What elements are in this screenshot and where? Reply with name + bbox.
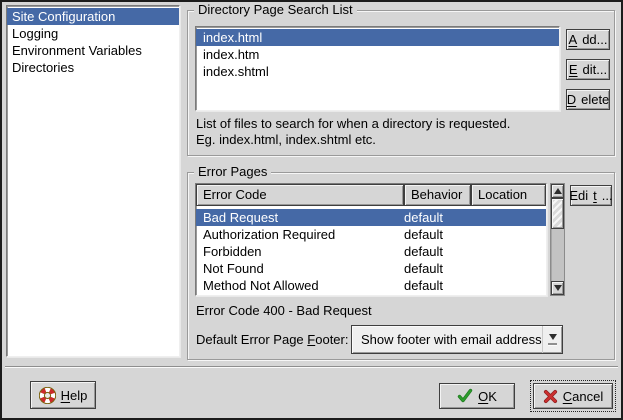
cell-error-code: Method Not Allowed xyxy=(196,277,404,294)
table-row[interactable]: Authorization Required default xyxy=(196,226,546,243)
list-item[interactable]: index.shtml xyxy=(196,63,559,80)
config-section-list[interactable]: Site Configuration Logging Environment V… xyxy=(6,5,180,357)
help-button[interactable]: Help xyxy=(30,381,96,409)
frame-title: Directory Page Search List xyxy=(194,2,357,17)
table-scrollbar[interactable] xyxy=(550,183,565,296)
cancel-button[interactable]: Cancel xyxy=(533,383,613,409)
error-pages-table[interactable]: Error Code Behavior Location Bad Request… xyxy=(195,183,547,296)
cell-behavior: default xyxy=(404,209,471,226)
help-icon xyxy=(39,387,56,404)
cell-behavior: default xyxy=(404,277,471,294)
sidebar-item-site-configuration[interactable]: Site Configuration xyxy=(7,8,179,25)
column-header-error-code[interactable]: Error Code xyxy=(196,184,404,206)
selected-option-label: Show footer with email address xyxy=(352,332,542,347)
cell-error-code: Forbidden xyxy=(196,243,404,260)
cell-location xyxy=(471,209,546,226)
help-label: Help xyxy=(61,388,88,403)
cell-location xyxy=(471,277,546,294)
sidebar-item-environment-variables[interactable]: Environment Variables xyxy=(7,42,179,59)
table-row[interactable]: Method Not Allowed default xyxy=(196,277,546,294)
footer-label: Default Error Page Footer: xyxy=(196,332,348,347)
column-header-behavior[interactable]: Behavior xyxy=(404,184,471,206)
search-list-example: Eg. index.html, index.shtml etc. xyxy=(196,132,376,147)
frame-title: Error Pages xyxy=(194,164,271,179)
cell-location xyxy=(471,243,546,260)
default-error-footer-select[interactable]: Show footer with email address xyxy=(351,325,563,354)
selected-error-status: Error Code 400 - Bad Request xyxy=(196,303,372,318)
cell-behavior: default xyxy=(404,226,471,243)
ok-button[interactable]: OK xyxy=(439,383,515,409)
scroll-up-icon xyxy=(554,188,562,194)
cell-behavior: default xyxy=(404,243,471,260)
edit-error-page-button[interactable]: Edit... xyxy=(570,185,612,206)
cell-error-code: Not Found xyxy=(196,260,404,277)
column-header-location[interactable]: Location xyxy=(471,184,546,206)
list-item[interactable]: index.html xyxy=(196,29,559,46)
bottom-separator xyxy=(5,366,618,368)
list-item[interactable]: index.htm xyxy=(196,46,559,63)
error-pages-frame: Error Pages Error Code Behavior Location… xyxy=(187,172,615,360)
table-row[interactable]: Bad Request default xyxy=(196,209,546,226)
http-config-dialog: Site Configuration Logging Environment V… xyxy=(0,0,623,420)
cell-error-code: Bad Request xyxy=(196,209,404,226)
dropdown-arrow-icon xyxy=(543,334,562,345)
scrollbar-thumb[interactable] xyxy=(551,198,564,229)
directory-page-search-frame: Directory Page Search List index.html in… xyxy=(187,10,615,156)
cancel-label: Cancel xyxy=(563,389,603,404)
cell-error-code: Authorization Required xyxy=(196,226,404,243)
cancel-x-icon xyxy=(543,389,558,404)
table-row[interactable]: Not Found default xyxy=(196,260,546,277)
ok-check-icon xyxy=(457,388,473,404)
sidebar-item-directories[interactable]: Directories xyxy=(7,59,179,76)
cell-location xyxy=(471,260,546,277)
cell-behavior: default xyxy=(404,260,471,277)
cell-location xyxy=(471,226,546,243)
delete-button[interactable]: Delete xyxy=(566,89,610,110)
scroll-up-button[interactable] xyxy=(551,184,564,198)
search-list-description: List of files to search for when a direc… xyxy=(196,116,510,131)
sidebar-item-logging[interactable]: Logging xyxy=(7,25,179,42)
table-row[interactable]: Forbidden default xyxy=(196,243,546,260)
scroll-down-icon xyxy=(554,285,562,291)
scroll-down-button[interactable] xyxy=(551,281,564,295)
add-button[interactable]: Add... xyxy=(566,29,610,50)
ok-label: OK xyxy=(478,389,497,404)
table-header: Error Code Behavior Location xyxy=(196,184,546,206)
search-file-list[interactable]: index.html index.htm index.shtml xyxy=(195,26,560,111)
edit-button[interactable]: Edit... xyxy=(566,59,610,80)
